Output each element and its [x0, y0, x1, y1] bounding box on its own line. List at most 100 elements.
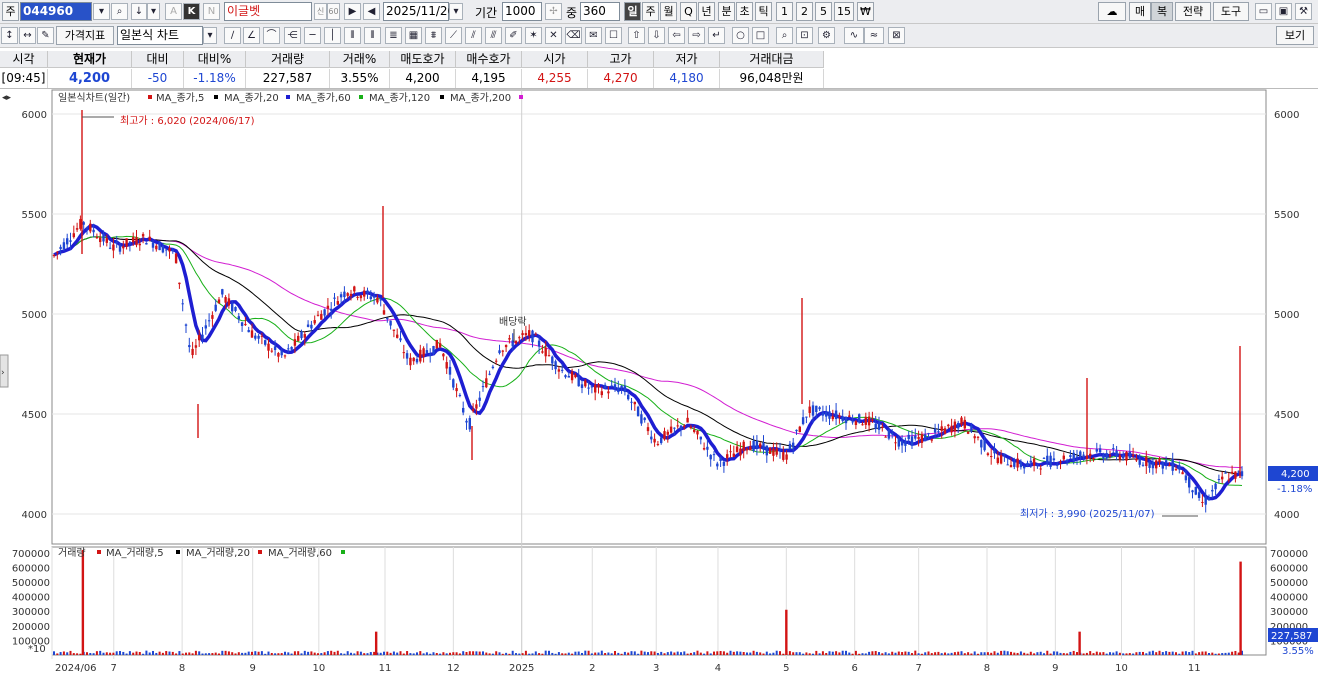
fib-icon[interactable]: ⦀ — [344, 27, 361, 44]
volume-bar — [284, 651, 286, 655]
volume-bar — [1161, 652, 1164, 655]
sort-dropdown-icon[interactable]: ▾ — [147, 3, 160, 20]
angle-icon[interactable]: ∠ — [243, 27, 260, 44]
volume-bar — [752, 650, 755, 655]
arrow-right-icon[interactable]: ⇨ — [688, 27, 705, 44]
fan-icon[interactable]: ⋲ — [284, 27, 301, 44]
period-15[interactable]: 15 — [834, 2, 854, 21]
market-selector[interactable]: 주 — [2, 2, 19, 21]
volume-bar — [1194, 653, 1197, 655]
candle-body — [82, 222, 85, 225]
circle-icon[interactable]: ○ — [732, 27, 749, 44]
currency-button[interactable]: ₩ — [857, 2, 874, 21]
andrews-icon[interactable]: ⫽ — [465, 27, 482, 44]
buy-button[interactable]: 매 — [1129, 2, 1151, 21]
arrow-up-down-icon[interactable]: ↕ — [1, 27, 18, 44]
crosshair-icon[interactable]: ✢ — [545, 3, 562, 20]
candle-body — [666, 431, 669, 435]
turn-icon[interactable]: ↵ — [708, 27, 725, 44]
arc-icon[interactable]: ⌒ — [263, 27, 280, 44]
chart-type-dropdown-icon[interactable]: ▾ — [203, 27, 217, 44]
indicator-wave-icon[interactable]: ∿ — [844, 27, 864, 44]
arrow-left-right-icon[interactable]: ↔ — [19, 27, 36, 44]
view-button[interactable]: 보기 — [1276, 26, 1314, 45]
volume-bar — [69, 650, 72, 655]
eraser-icon[interactable]: ⌫ — [565, 27, 582, 44]
grid-icon[interactable]: ▦ — [405, 27, 422, 44]
pencil-icon[interactable]: ✐ — [505, 27, 522, 44]
candle-body — [1108, 455, 1112, 457]
sort-icon[interactable]: ↓ — [131, 3, 147, 20]
volume-bar — [402, 653, 405, 655]
date-input[interactable]: 2025/11/26 — [383, 2, 455, 21]
price-chart[interactable]: › ◂▸ 6000 6000 5500 5500 5000 5000 4500 4500 400… — [0, 89, 1318, 675]
candle-body — [640, 414, 643, 424]
screenshot-icon[interactable]: ⊠ — [888, 27, 905, 44]
period-tick[interactable]: 틱 — [755, 2, 772, 21]
strategy-button[interactable]: 전략 — [1175, 2, 1211, 21]
memo-icon[interactable]: ☐ — [605, 27, 622, 44]
period-day[interactable]: 일 — [624, 2, 641, 21]
period-input[interactable]: 1000 — [502, 2, 542, 21]
vline-icon[interactable]: │ — [324, 27, 341, 44]
period-2[interactable]: 2 — [796, 2, 813, 21]
x-axis-label: 3 — [653, 663, 659, 674]
multi-button[interactable]: 복 — [1151, 2, 1173, 21]
fib-time-icon[interactable]: ⫴ — [364, 27, 381, 44]
n-button[interactable]: N — [203, 3, 220, 20]
period-quarter[interactable]: Q — [680, 2, 697, 21]
retracement-icon[interactable]: ≣ — [385, 27, 402, 44]
scroll-arrows-icon[interactable]: ◂▸ — [2, 93, 12, 103]
volume-bar — [590, 653, 593, 655]
trendline-icon[interactable]: ∕ — [224, 27, 241, 44]
arrow-up-icon[interactable]: ⇧ — [628, 27, 645, 44]
hline-icon[interactable]: ─ — [304, 27, 321, 44]
volume-bar — [462, 651, 465, 655]
folder-icon[interactable]: ▭ — [1255, 3, 1272, 20]
volume-bar — [435, 652, 438, 655]
candle-body — [369, 296, 372, 300]
zoom-icon[interactable]: ⌕ — [776, 27, 793, 44]
period-1[interactable]: 1 — [776, 2, 793, 21]
arrow-left-icon[interactable]: ⇦ — [668, 27, 685, 44]
period-second[interactable]: 초 — [736, 2, 753, 21]
header-ask: 매도호가 — [390, 51, 456, 68]
a-button[interactable]: A — [165, 3, 182, 20]
legend-vma5-label: MA_거래량,5 — [106, 547, 164, 559]
note-icon[interactable]: ✉ — [585, 27, 602, 44]
gann-icon[interactable]: ⟋ — [445, 27, 462, 44]
cloud-icon[interactable]: ☁ — [1098, 2, 1126, 21]
code-dropdown-icon[interactable]: ▾ — [93, 3, 110, 20]
cross-icon[interactable]: ✕ — [545, 27, 562, 44]
arrow-down-icon[interactable]: ⇩ — [648, 27, 665, 44]
period-month[interactable]: 월 — [660, 2, 677, 21]
candle-body — [702, 448, 706, 450]
magic-icon[interactable]: ✶ — [525, 27, 542, 44]
candle-body — [310, 324, 313, 329]
period-minute[interactable]: 분 — [718, 2, 735, 21]
wave-icon[interactable]: ≈ — [864, 27, 884, 44]
candle-body — [481, 386, 485, 388]
period-5[interactable]: 5 — [815, 2, 832, 21]
tools-button[interactable]: 도구 — [1213, 2, 1249, 21]
stock-code-input[interactable]: 044960 — [20, 2, 92, 21]
date-dropdown-icon[interactable]: ▾ — [449, 3, 463, 20]
period-week[interactable]: 주 — [642, 2, 659, 21]
play-prev-icon[interactable]: ◀ — [363, 3, 380, 20]
play-next-icon[interactable]: ▶ — [344, 3, 361, 20]
save-icon[interactable]: ▣ — [1275, 3, 1292, 20]
count-input[interactable]: 360 — [580, 2, 620, 21]
candle-body — [633, 401, 636, 405]
chart-type-select[interactable]: 일본식 차트 — [117, 26, 203, 45]
channel-icon[interactable]: ⫻ — [485, 27, 502, 44]
k-button[interactable]: K — [183, 3, 200, 20]
period-year[interactable]: 년 — [698, 2, 715, 21]
wrench-icon[interactable]: ⚒ — [1295, 3, 1312, 20]
cycle-icon[interactable]: ⩩ — [425, 27, 442, 44]
settings-icon[interactable]: ⚙ — [818, 27, 835, 44]
zoom-area-icon[interactable]: ⊡ — [796, 27, 813, 44]
search-icon[interactable]: ⌕ — [111, 3, 128, 20]
indicator-button[interactable]: 가격지표 — [56, 26, 114, 45]
edit-icon[interactable]: ✎ — [37, 27, 54, 44]
rectangle-icon[interactable]: □ — [752, 27, 769, 44]
